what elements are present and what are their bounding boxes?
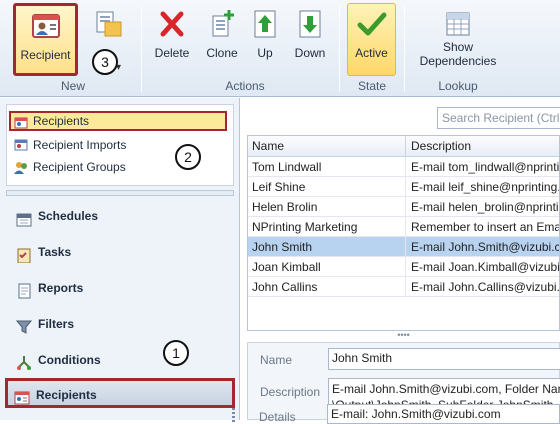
column-header-name[interactable]: Name xyxy=(248,136,406,156)
checkmark-icon xyxy=(355,8,389,40)
cell-description: E-mail John.Smith@vizubi.com xyxy=(411,240,560,254)
recipient-table: Name Description Tom Lindwall E-mail tom_… xyxy=(247,135,560,331)
cell-description: E-mail Joan.Kimball@vizubi.com xyxy=(411,260,560,274)
group-label-lookup: Lookup xyxy=(438,79,478,93)
delete-x-icon xyxy=(155,8,189,40)
nav-label: Reports xyxy=(38,281,84,295)
description-label: Description xyxy=(260,385,321,399)
recipient-button-label: Recipient xyxy=(20,48,71,62)
cell-name: John Smith xyxy=(248,237,406,257)
recipient-card-icon xyxy=(14,388,30,405)
ribbon-separator xyxy=(339,6,340,92)
nav-label: Conditions xyxy=(38,353,101,367)
cell-description: E-mail John.Callins@vizubi.com xyxy=(411,280,560,294)
subnav-item-recipients[interactable]: Recipients xyxy=(9,111,227,131)
active-toggle-button[interactable]: Active xyxy=(347,3,396,76)
active-label: Active xyxy=(355,46,388,60)
nav-label: Recipients xyxy=(36,388,97,402)
ribbon-toolbar: Recipient ▾ New Delete Clone Up Down Act… xyxy=(0,0,560,97)
nav-item-recipients[interactable]: Recipients xyxy=(5,378,235,408)
arrow-down-icon xyxy=(293,8,327,40)
recipient-import-icon xyxy=(14,138,28,152)
clone-icon xyxy=(205,8,239,40)
report-document-icon xyxy=(16,280,32,299)
nav-item-schedules[interactable]: Schedules xyxy=(10,201,234,231)
recipient-card-icon xyxy=(14,116,28,130)
recipient-card-icon xyxy=(29,10,63,42)
calendar-icon xyxy=(16,208,32,227)
down-label: Down xyxy=(294,46,326,60)
name-field[interactable]: John Smith xyxy=(328,348,560,370)
show-label: Show xyxy=(442,40,474,54)
recipient-subnav: Recipients Recipient Imports Recipient G… xyxy=(6,104,234,186)
ribbon-separator xyxy=(404,6,405,92)
details-label: Details xyxy=(259,410,296,424)
table-row[interactable]: NPrinting Marketing Remember to insert an… xyxy=(248,217,559,237)
delete-label: Delete xyxy=(154,46,190,60)
nav-item-tasks[interactable]: Tasks xyxy=(10,237,234,267)
show-dependencies-button[interactable]: Show Dependencies xyxy=(413,4,503,76)
table-row[interactable]: Joan Kimball E-mail Joan.Kimball@vizubi.c… xyxy=(248,257,559,277)
task-clipboard-icon xyxy=(16,244,32,264)
nav-label: Schedules xyxy=(38,209,99,223)
table-row[interactable]: John Callins E-mail John.Callins@vizubi.c… xyxy=(248,277,559,297)
cell-name: Helen Brolin xyxy=(248,197,406,217)
filter-funnel-icon xyxy=(15,316,33,334)
subnav-label: Recipients xyxy=(33,114,90,128)
nav-item-reports[interactable]: Reports xyxy=(10,273,234,303)
table-row-selected[interactable]: John Smith E-mail John.Smith@vizubi.com xyxy=(248,237,559,257)
cell-name: John Callins xyxy=(248,277,406,297)
table-row[interactable]: Leif Shine E-mail leif_shine@nprinting.co… xyxy=(248,177,559,197)
conditions-icon xyxy=(16,352,32,370)
folder-document-icon xyxy=(91,8,125,40)
callout-1: 1 xyxy=(163,340,189,366)
nav-item-conditions[interactable]: Conditions xyxy=(10,345,234,375)
horizontal-splitter[interactable]: •••• xyxy=(247,331,560,340)
cell-name: NPrinting Marketing xyxy=(248,217,406,237)
cell-description: Remember to insert an Email xyxy=(411,220,560,234)
nav-label: Tasks xyxy=(38,245,72,259)
arrow-up-icon xyxy=(248,8,282,40)
down-button[interactable]: Down xyxy=(290,4,330,76)
subnav-label: Recipient Imports xyxy=(33,138,127,152)
recipient-list-area: Search Recipient (Ctrl-E) Name Descripti… xyxy=(241,98,560,424)
up-button[interactable]: Up xyxy=(248,4,282,76)
callout-3: 3 xyxy=(92,49,118,75)
column-header-description[interactable]: Description xyxy=(407,136,471,156)
user-group-icon xyxy=(14,160,28,174)
pane-splitter[interactable] xyxy=(6,190,234,196)
group-label-new: New xyxy=(60,79,85,93)
cell-name: Joan Kimball xyxy=(248,257,406,277)
table-header: Name Description xyxy=(248,136,559,157)
nav-item-filters[interactable]: Filters xyxy=(10,309,234,339)
left-navigation-pane: Recipients Recipient Imports Recipient G… xyxy=(0,98,240,422)
cell-description: E-mail helen_brolin@nprinting.com xyxy=(411,200,559,214)
nav-label: Filters xyxy=(38,317,75,331)
table-row[interactable]: Tom Lindwall E-mail tom_lindwall@nprintin… xyxy=(248,157,559,177)
cell-description: E-mail leif_shine@nprinting.com xyxy=(411,180,560,194)
group-label-state: State xyxy=(357,79,387,93)
up-label: Up xyxy=(257,46,273,60)
table-grid-icon xyxy=(441,8,475,40)
cell-name: Leif Shine xyxy=(248,177,406,197)
new-recipient-button[interactable]: Recipient xyxy=(13,3,78,76)
cell-description: E-mail tom_lindwall@nprinting.com xyxy=(411,160,560,174)
table-row[interactable]: Helen Brolin E-mail helen_brolin@nprintin… xyxy=(248,197,559,217)
clone-button[interactable]: Clone xyxy=(200,4,244,76)
search-input[interactable]: Search Recipient (Ctrl-E) xyxy=(437,107,560,129)
ribbon-separator xyxy=(141,6,142,92)
group-label-actions: Actions xyxy=(225,79,265,93)
cell-name: Tom Lindwall xyxy=(248,157,406,177)
description-line-1: E-mail John.Smith@vizubi.com, Folder Nam… xyxy=(332,382,560,396)
clone-label: Clone xyxy=(206,46,238,60)
callout-2: 2 xyxy=(175,144,201,170)
delete-button[interactable]: Delete xyxy=(150,4,194,76)
name-label: Name xyxy=(260,353,293,367)
subnav-label: Recipient Groups xyxy=(33,160,126,174)
details-field[interactable]: E-mail: John.Smith@vizubi.com xyxy=(327,404,560,424)
dependencies-label: Dependencies xyxy=(419,54,497,68)
